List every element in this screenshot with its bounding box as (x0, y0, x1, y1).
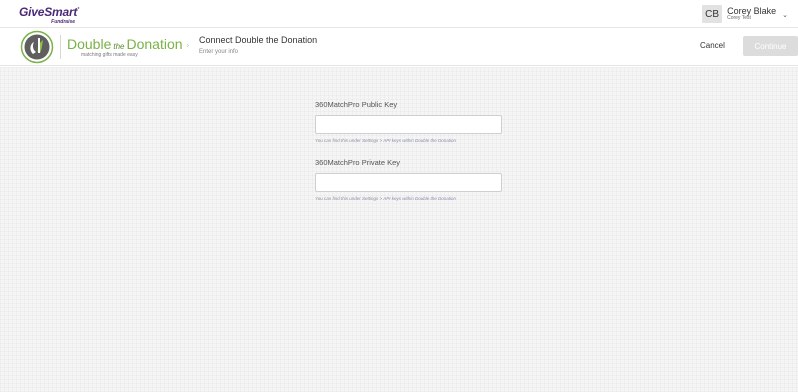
public-key-help: You can find this under Settings > API k… (315, 138, 457, 143)
user-menu[interactable]: CB Corey Blake Corey Test ⌄ (702, 4, 788, 24)
public-key-group: 360MatchPro Public Key You can find this… (315, 100, 502, 143)
wordmark-donation: Donation (126, 36, 183, 52)
wordmark-tagline: matching gifts made easy (81, 52, 138, 58)
chevron-down-icon[interactable]: ⌄ (782, 11, 788, 19)
wordmark-double: Double (67, 36, 112, 52)
page-subtitle: Enter your info (199, 49, 239, 55)
private-key-input[interactable] (315, 173, 502, 192)
public-key-input[interactable] (315, 115, 502, 134)
public-key-label: 360MatchPro Public Key (315, 100, 398, 109)
cancel-button[interactable]: Cancel (700, 41, 725, 50)
brand-trademark: ° (77, 7, 80, 13)
main-content: 360MatchPro Public Key You can find this… (0, 67, 798, 392)
logo-divider (60, 35, 61, 59)
avatar[interactable]: CB (702, 5, 723, 23)
brand-sub: Fundraise (51, 19, 76, 25)
user-org: Corey Test (727, 15, 751, 22)
continue-button[interactable]: Continue (743, 36, 798, 56)
private-key-label: 360MatchPro Private Key (315, 158, 401, 167)
brand-name: GiveSmart (19, 5, 78, 19)
private-key-group: 360MatchPro Private Key You can find thi… (315, 158, 502, 201)
wordmark-the: the (113, 42, 125, 51)
top-bar: GiveSmart° Fundraise CB Corey Blake Core… (0, 0, 798, 28)
page-title: Connect Double the Donation (199, 35, 318, 45)
chevron-right-icon: › (186, 41, 190, 51)
givesmart-logo[interactable]: GiveSmart° Fundraise (19, 3, 79, 25)
double-the-donation-wordmark: Double the Donation (67, 36, 183, 52)
private-key-help: You can find this under Settings > API k… (315, 196, 457, 201)
double-the-donation-logo-icon (20, 30, 54, 64)
page-header: Double the Donation matching gifts made ea… (0, 28, 798, 66)
